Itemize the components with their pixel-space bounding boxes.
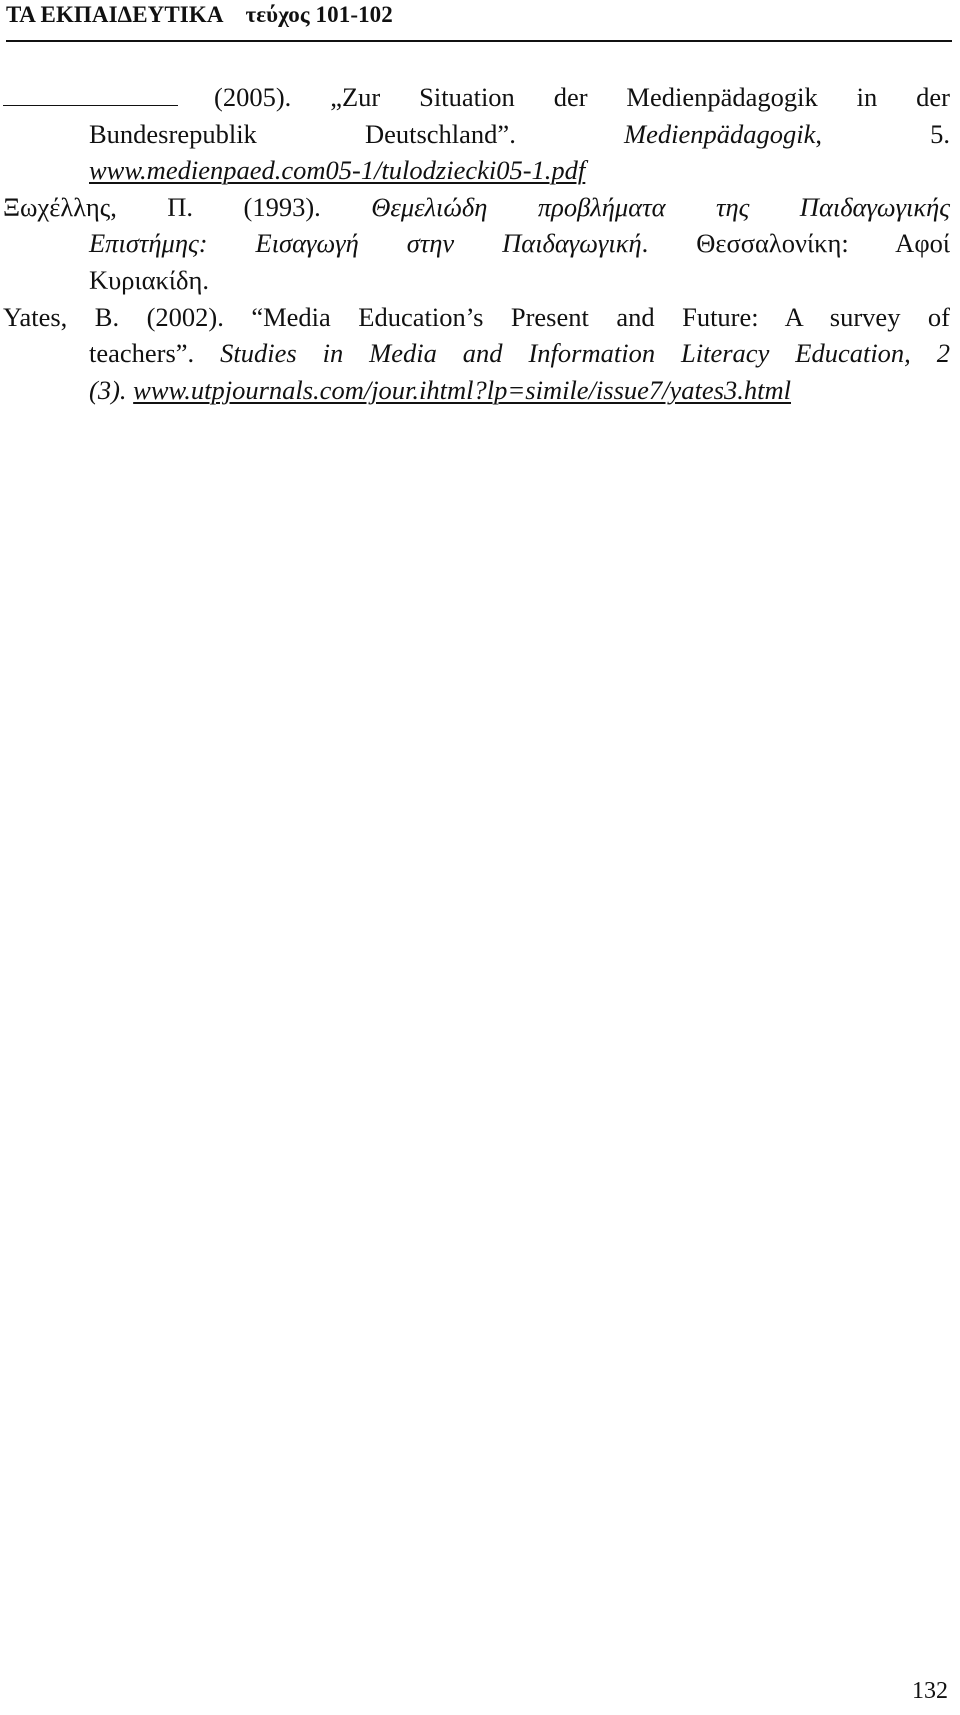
repeated-author-rule [3,79,178,106]
reference-title: Θεμελιώδη προβλήματα της Παιδαγωγικής [371,191,951,222]
reference-entry: (2005). „Zur Situation der Medienpädagog… [3,79,950,189]
reference-title-cont: teachers”. [89,338,195,369]
reference-author: Yates, B. (2002). [3,301,224,332]
reference-url-link[interactable]: www.utpjournals.com/jour.ihtml?lp=simile… [133,375,791,405]
reference-line: teachers”. Studies in Media and Informat… [89,335,950,372]
reference-entry: Ξωχέλλης, Π. (1993). Θεμελιώδη προβλήματ… [3,189,950,299]
reference-line: Yates, B. (2002). “Media Education’s Pre… [3,299,950,336]
reference-line: (3). www.utpjournals.com/jour.ihtml?lp=s… [89,372,950,409]
reference-author: Ξωχέλλης, Π. (1993). [3,191,321,222]
header-rule [6,40,952,42]
issue-number: τεύχος 101-102 [245,2,393,27]
reference-line: (2005). „Zur Situation der Medienpädagog… [3,79,950,116]
reference-title-cont: Bundesrepublik Deutschland”. [89,118,516,149]
reference-publisher-cont: Κυριακίδη. [89,264,209,295]
reference-journal: Medienpädagogik [624,118,816,149]
reference-url-link[interactable]: www.medienpaed.com05-1/tulodziecki05-1.p… [89,155,585,185]
reference-title: „Zur Situation der Medienpädagogik in de… [330,82,950,112]
reference-volume: , 5. [815,118,951,149]
reference-publisher: . Θεσσαλονίκη: Αφοί [641,228,950,259]
reference-journal: Studies in Media and Information Literac… [220,338,950,369]
reference-title: “Media Education’s Present and Future: A… [251,301,950,332]
reference-list: (2005). „Zur Situation der Medienpädagog… [0,79,950,408]
reference-entry: Yates, B. (2002). “Media Education’s Pre… [3,299,950,409]
reference-line: Bundesrepublik Deutschland”. Medienpädag… [89,116,950,153]
reference-year: (2005). [214,82,292,112]
running-head: ΤΑ ΕΚΠΑΙΔΕΥΤΙΚΑ τεύχος 101-102 [6,2,393,28]
page-number: 132 [912,1678,948,1704]
reference-line: Επιστήμης: Εισαγωγή στην Παιδαγωγική. Θε… [89,225,950,262]
reference-issue: (3). [89,374,127,405]
journal-title: ΤΑ ΕΚΠΑΙΔΕΥΤΙΚΑ [6,2,224,27]
reference-line: Κυριακίδη. [89,262,950,299]
reference-line: www.medienpaed.com05-1/tulodziecki05-1.p… [89,152,950,189]
reference-line: Ξωχέλλης, Π. (1993). Θεμελιώδη προβλήματ… [3,189,950,226]
reference-title-cont: Επιστήμης: Εισαγωγή στην Παιδαγωγική [89,228,642,259]
